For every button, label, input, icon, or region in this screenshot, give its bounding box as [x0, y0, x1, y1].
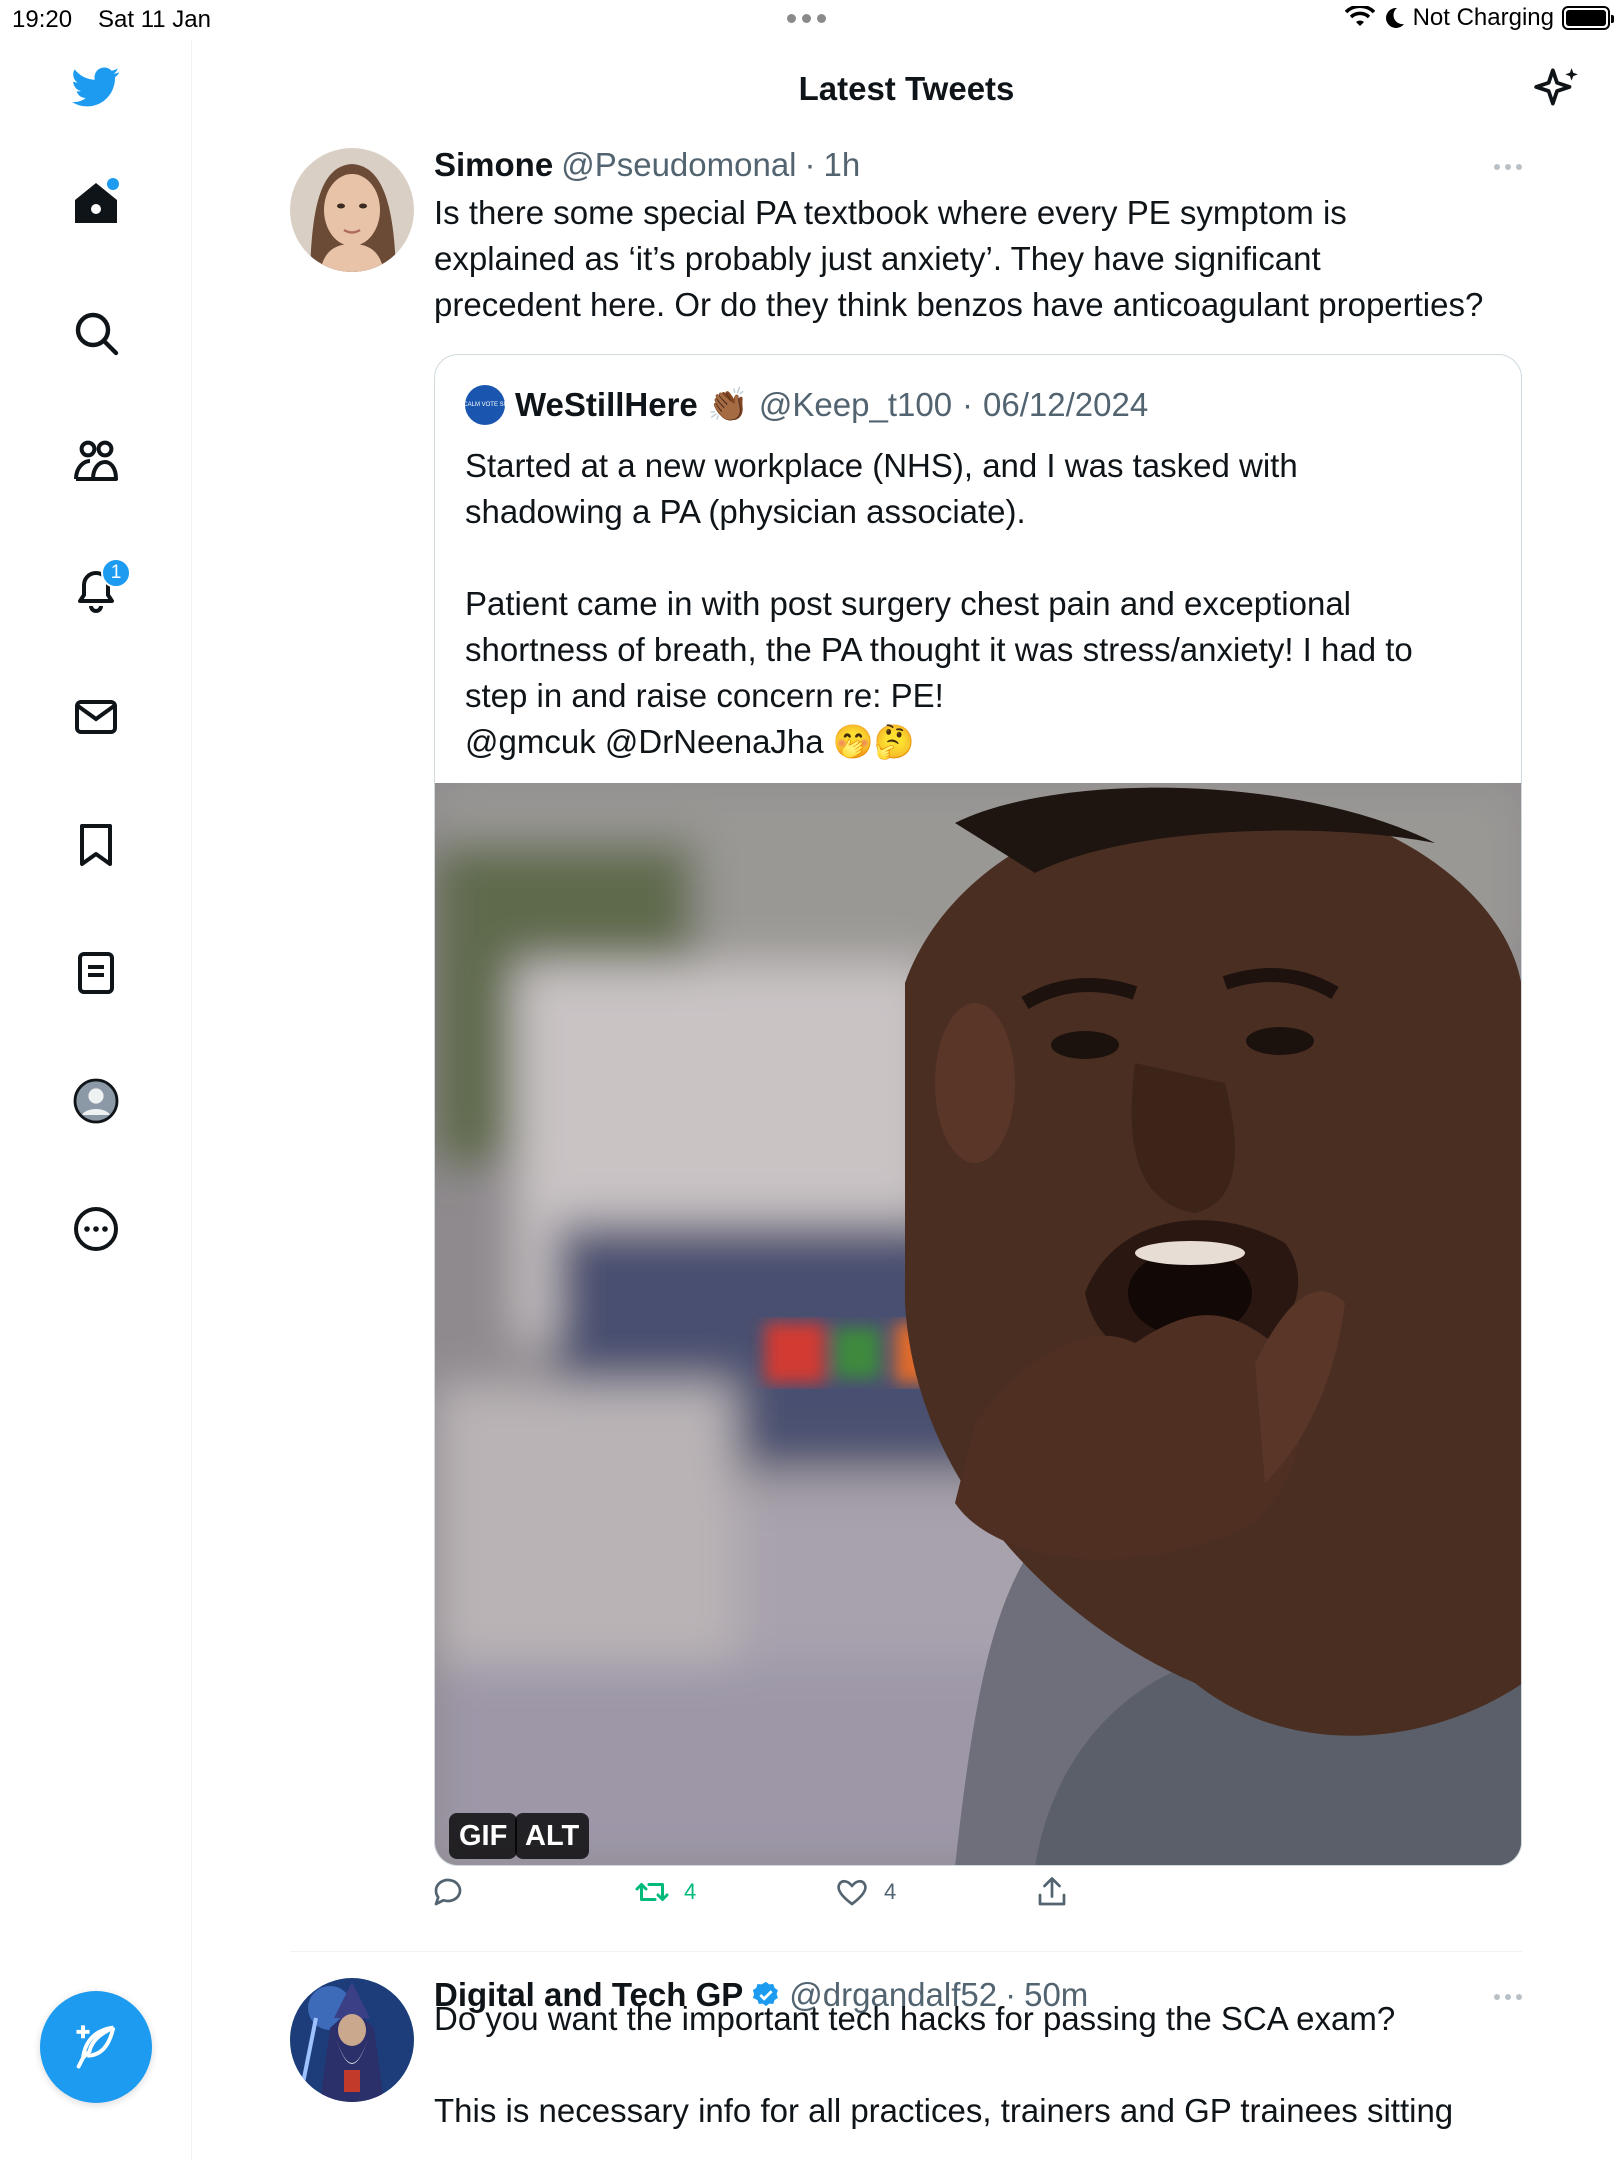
gif-media[interactable]: GIF ALT	[435, 783, 1521, 1865]
heart-icon	[837, 1879, 867, 1906]
gif-tag: GIF	[449, 1813, 518, 1859]
tweet[interactable]: Digital and Tech GP @drgandalf52 · 50m D…	[290, 1976, 1522, 2160]
tweet-header: Simone @Pseudomonal · 1h	[434, 146, 860, 184]
status-time: 19:20	[12, 6, 73, 33]
timeline-header: Latest Tweets	[193, 40, 1620, 140]
share-icon	[1038, 1877, 1066, 1906]
tweet-text: Do you want the important tech hacks for…	[434, 2000, 1454, 2129]
tweet-divider	[290, 1951, 1522, 1952]
compose-tweet-button[interactable]	[40, 1991, 152, 2103]
retweet-button[interactable]: 4	[634, 1874, 696, 1910]
search-icon	[75, 312, 119, 356]
multitasking-dots-icon[interactable]	[787, 14, 826, 23]
unread-dot	[107, 178, 119, 190]
nav-notifications[interactable]: 1	[71, 558, 131, 614]
list-icon	[78, 952, 114, 994]
quoted-tweet-header: KEEP CALM VOTE SPENCE WeStillHere 👏🏾 @Ke…	[446, 385, 1149, 425]
status-bar: 19:20 Sat 11 Jan Not Charging	[0, 0, 1620, 40]
avatar-icon	[73, 1078, 119, 1124]
sidebar: 1	[0, 40, 192, 2160]
more-options-icon[interactable]	[1494, 164, 1522, 170]
avatar[interactable]	[290, 1978, 414, 2102]
author-handle[interactable]: @Pseudomonal	[561, 146, 796, 184]
separator-dot: ·	[804, 146, 816, 183]
tweet-time[interactable]: 1h	[824, 146, 861, 184]
tweet-actions: 4 4	[434, 1874, 1522, 1924]
status-date: Sat 11 Jan	[98, 6, 211, 33]
gif-thumbnail	[435, 783, 1521, 1865]
reply-icon	[434, 1878, 462, 1906]
twitter-logo-icon[interactable]	[71, 62, 121, 112]
wifi-icon	[1344, 6, 1375, 26]
nav-more[interactable]	[71, 1204, 121, 1254]
notification-badge: 1	[101, 558, 131, 588]
alt-text-button[interactable]: ALT	[515, 1813, 590, 1859]
like-count: 4	[884, 1879, 897, 1904]
nav-bookmarks[interactable]	[71, 820, 121, 870]
quoted-avatar: KEEP CALM VOTE SPENCE	[446, 385, 524, 425]
page-title: Latest Tweets	[798, 70, 1015, 107]
feather-plus-icon	[76, 2025, 116, 2069]
retweet-icon	[635, 1883, 669, 1901]
avatar[interactable]	[290, 148, 414, 272]
more-circle-icon	[74, 1207, 118, 1251]
tweet-text: Is there some special PA textbook where …	[434, 194, 1484, 323]
nav-lists[interactable]	[71, 948, 121, 998]
people-icon	[74, 440, 118, 481]
separator-dot: ·	[962, 386, 974, 423]
charging-status: Not Charging	[1412, 4, 1554, 31]
tweet[interactable]: Simone @Pseudomonal · 1h Is there some s…	[290, 146, 1522, 1946]
quoted-tweet-text: Started at a new workplace (NHS), and I …	[465, 447, 1413, 760]
quoted-tweet[interactable]: KEEP CALM VOTE SPENCE WeStillHere 👏🏾 @Ke…	[434, 354, 1522, 1866]
status-right: Not Charging	[1344, 4, 1614, 32]
share-button[interactable]	[1034, 1874, 1070, 1910]
nav-communities[interactable]	[71, 436, 121, 486]
quoted-author-name: WeStillHere	[515, 386, 698, 423]
quoted-tweet-date: 06/12/2024	[983, 386, 1149, 423]
envelope-icon	[75, 700, 117, 734]
nav-home[interactable]	[71, 178, 121, 228]
nav-search[interactable]	[71, 308, 121, 358]
bookmark-icon	[80, 824, 112, 866]
author-name[interactable]: Simone	[434, 146, 553, 184]
nav-messages[interactable]	[71, 692, 121, 742]
nav-profile[interactable]	[71, 1076, 121, 1126]
clapping-hands-emoji: 👏🏾	[707, 385, 749, 423]
reply-button[interactable]	[430, 1874, 480, 1910]
like-button[interactable]: 4	[834, 1874, 896, 1910]
retweet-count: 4	[684, 1879, 697, 1904]
battery-icon	[1562, 6, 1614, 30]
moon-icon	[1385, 7, 1404, 28]
quoted-author-handle: @Keep_t100	[758, 386, 953, 423]
sparkle-icon[interactable]	[1532, 64, 1582, 114]
